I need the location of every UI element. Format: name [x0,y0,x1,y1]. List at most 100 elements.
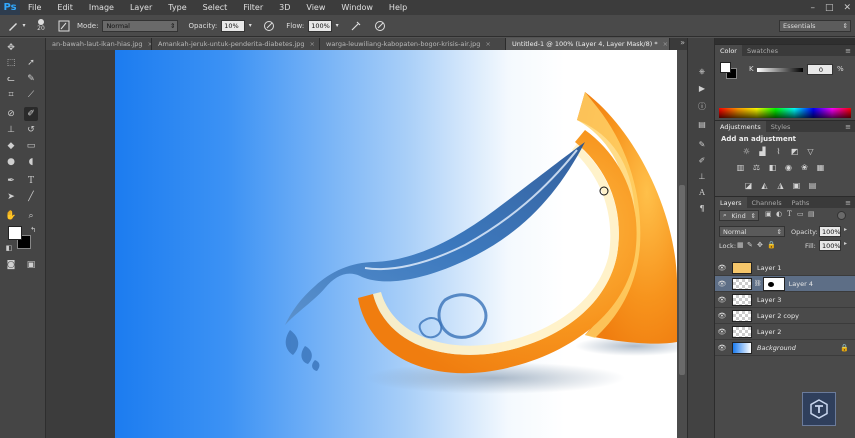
shape-tool-icon[interactable]: ╱ [24,190,38,204]
panel-menu-icon[interactable]: ≡ [845,47,851,55]
menu-select[interactable]: Select [195,3,236,12]
workspace-select[interactable]: Essentials ⇕ [779,20,851,32]
close-button[interactable]: ✕ [843,3,851,13]
filter-toggle[interactable] [837,211,846,220]
brightness-contrast-icon[interactable]: ☼ [741,146,752,156]
quick-selection-tool-icon[interactable]: ✎ [24,72,38,86]
doc-tab-active[interactable]: Untitled-1 @ 100% (Layer 4, Layer Mask/8… [506,38,670,50]
k-slider[interactable] [757,68,803,72]
panel-menu-icon[interactable]: ≡ [845,199,851,207]
pressure-size-icon[interactable] [373,19,387,33]
paragraph-panel-icon[interactable]: ¶ [695,202,709,214]
layer-row[interactable]: 👁 Layer 2 copy [715,308,855,324]
pen-tool-icon[interactable]: ✒ [4,174,18,188]
menu-filter[interactable]: Filter [235,3,271,12]
layer-mask-thumbnail[interactable] [762,276,785,291]
scrollbar-thumb[interactable] [679,185,685,375]
gradient-map-icon[interactable]: ▤ [807,180,818,190]
menu-file[interactable]: File [20,3,49,12]
brush-size-picker[interactable]: 20 [33,17,49,35]
brush-preset-icon[interactable] [6,19,20,33]
filter-pixel-icon[interactable]: ▣ [765,210,772,218]
curves-icon[interactable]: ⌇ [773,146,784,156]
tab-paths[interactable]: Paths [787,197,815,209]
opacity-field[interactable]: 10% [221,19,246,32]
brush-tool-icon[interactable]: ✐ [24,107,38,121]
eraser-tool-icon[interactable]: ◆ [4,139,18,153]
photoshop-logo[interactable]: Ps [0,0,20,15]
k-value-field[interactable]: 0 [807,64,833,75]
eye-icon[interactable]: 👁 [715,312,729,320]
threshold-icon[interactable]: ◮ [775,180,786,190]
layer-opacity-dropdown-icon[interactable]: ▸ [844,226,847,233]
mode-select[interactable]: Normal ⇕ [102,19,179,32]
move-tool-icon[interactable]: ✥ [4,41,18,55]
layer-row[interactable]: 👁 Layer 1 [715,260,855,276]
filter-type-icon[interactable]: T [787,210,792,218]
default-colors-icon[interactable]: ◧ [2,241,16,255]
vibrance-icon[interactable]: ▽ [805,146,816,156]
eye-icon[interactable]: 👁 [715,328,729,336]
layer-row[interactable]: 👁 Background 🔒 [715,340,855,356]
black-white-icon[interactable]: ◧ [767,162,778,172]
blend-mode-select[interactable]: Normal ⇕ [719,226,785,237]
chevron-down-icon[interactable]: ▾ [21,19,27,33]
layer-row[interactable]: 👁 Layer 3 [715,292,855,308]
character-panel-icon[interactable]: A [695,186,709,198]
history-panel-icon[interactable]: ⎈ [695,66,709,78]
doc-tab-1[interactable]: an-bawah-laut-ikan-hias.jpg× [46,38,152,50]
screen-mode-icon[interactable]: ▣ [24,258,38,272]
fill-dropdown-icon[interactable]: ▸ [844,240,847,247]
hand-tool-icon[interactable]: ✋ [4,209,18,223]
dodge-tool-icon[interactable]: ◖ [24,155,38,169]
lasso-tool-icon[interactable]: ᓚ [4,72,18,86]
flow-field[interactable]: 100% [308,19,333,32]
lock-position-icon[interactable]: ✥ [757,241,763,249]
tab-styles[interactable]: Styles [766,121,796,133]
healing-brush-tool-icon[interactable]: ⊘ [4,107,18,121]
lock-image-icon[interactable]: ✎ [747,241,753,249]
properties-panel-icon[interactable]: ▤ [695,118,709,130]
close-tab-icon[interactable]: × [310,40,315,48]
lock-transparent-icon[interactable]: ▦ [737,241,744,249]
color-balance-icon[interactable]: ⚖ [751,162,762,172]
foreground-color-swatch[interactable] [8,226,22,240]
filter-shape-icon[interactable]: ▭ [797,210,804,218]
close-tab-icon[interactable]: × [663,40,668,48]
selective-color-icon[interactable]: ▣ [791,180,802,190]
tab-adjustments[interactable]: Adjustments [715,120,766,133]
menu-3d[interactable]: 3D [271,3,298,12]
history-brush-tool-icon[interactable]: ↺ [24,123,38,137]
hue-saturation-icon[interactable]: ▥ [735,162,746,172]
maximize-button[interactable]: □ [825,3,834,13]
path-selection-tool-icon[interactable]: ➤ [4,190,18,204]
document-canvas[interactable] [115,50,677,438]
menu-type[interactable]: Type [160,3,194,12]
layer-opacity-field[interactable]: 100% [819,226,841,237]
brush-panel-toggle-icon[interactable] [57,19,71,33]
pressure-opacity-icon[interactable] [262,19,276,33]
flow-dropdown-icon[interactable]: ▾ [333,19,341,33]
move-arrow-tool-icon[interactable]: ➚ [24,56,38,70]
menu-layer[interactable]: Layer [122,3,160,12]
opacity-dropdown-icon[interactable]: ▾ [246,19,254,33]
actions-panel-icon[interactable]: ▶ [695,82,709,94]
brush-panel-icon[interactable]: ✎ [695,138,709,150]
swap-colors-icon[interactable]: ↰ [26,223,40,237]
doc-tab-3[interactable]: warga-leuwiliang-kabopaten-bogor-krisis-… [320,38,506,50]
menu-edit[interactable]: Edit [49,3,81,12]
type-tool-icon[interactable]: T [24,174,38,188]
layer-row[interactable]: 👁 Layer 2 [715,324,855,340]
gradient-tool-icon[interactable]: ▭ [24,139,38,153]
marquee-tool-icon[interactable]: ⬚ [4,56,18,70]
minimize-button[interactable]: – [810,3,815,13]
menu-image[interactable]: Image [81,3,122,12]
close-tab-icon[interactable]: × [485,40,490,48]
posterize-icon[interactable]: ◭ [759,180,770,190]
zoom-tool-icon[interactable]: ⌕ [24,209,38,223]
tab-color[interactable]: Color [715,44,742,57]
layer-kind-filter[interactable]: ⌕ Kind ⇕ [719,210,759,221]
filter-smart-icon[interactable]: ▤ [808,210,815,218]
color-lookup-icon[interactable]: ▦ [815,162,826,172]
crop-tool-icon[interactable]: ⌗ [4,88,18,102]
